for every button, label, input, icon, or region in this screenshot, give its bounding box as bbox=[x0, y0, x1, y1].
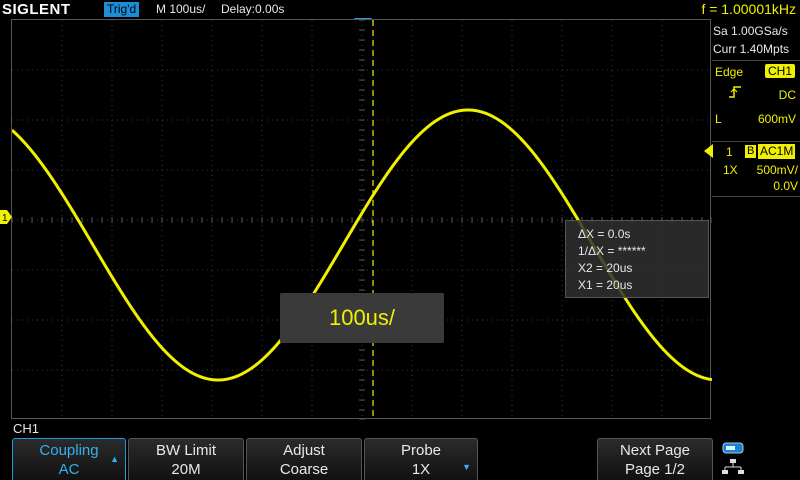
channel1-marker-label: 1 bbox=[2, 213, 8, 224]
channel1-panel[interactable]: 1 B AC1M 1X 500mV/ 0.0V bbox=[712, 141, 800, 197]
adjust-softkey[interactable]: Adjust Coarse bbox=[246, 438, 362, 480]
network-lan-icon bbox=[722, 459, 744, 474]
cursor-measurement-box: ΔX = 0.0s 1/ΔX = ****** X2 = 20us X1 = 2… bbox=[565, 220, 709, 298]
bw-limit-label: BW Limit bbox=[156, 442, 216, 459]
channel1-ground-marker-icon[interactable]: 1 bbox=[0, 210, 12, 224]
trigger-status-badge: Trig'd bbox=[104, 2, 140, 17]
bandwidth-limit-badge: B bbox=[745, 145, 757, 158]
adjust-value: Coarse bbox=[279, 461, 329, 478]
trigger-panel[interactable]: Edge CH1 DC L 600mV bbox=[712, 60, 800, 135]
cursor-x1-readout: X1 = 20us bbox=[578, 278, 633, 292]
inverse-delta-x-readout: 1/ΔX = ****** bbox=[578, 244, 646, 258]
brand-logo: SIGLENT bbox=[2, 1, 71, 18]
memory-depth: Curr 1.40Mpts bbox=[713, 42, 790, 56]
channel1-number: 1 bbox=[726, 145, 733, 159]
probe-softkey[interactable]: Probe 1X ▼ bbox=[364, 438, 478, 480]
delay-readout: Delay:0.00s bbox=[221, 2, 285, 16]
trigger-level: 600mV bbox=[757, 112, 796, 126]
probe-value: 1X bbox=[411, 461, 431, 478]
trigger-level-label: L bbox=[715, 112, 722, 126]
cycle-up-icon: ▲ bbox=[110, 454, 119, 464]
sample-rate: Sa 1.00GSa/s bbox=[713, 24, 788, 38]
cursor-x2-readout: X2 = 20us bbox=[578, 261, 633, 275]
coupling-label: Coupling bbox=[39, 442, 99, 459]
coupling-value: AC bbox=[58, 461, 80, 478]
trigger-type: Edge bbox=[715, 65, 744, 79]
delta-x-readout: ΔX = 0.0s bbox=[578, 227, 631, 241]
bw-limit-value: 20M bbox=[171, 461, 201, 478]
timebase-readout: M 100us/ bbox=[156, 2, 206, 16]
status-bar: SIGLENT Trig'd M 100us/ Delay:0.00s f = … bbox=[0, 0, 800, 20]
channel1-offset: 0.0V bbox=[773, 179, 798, 193]
waveform-display[interactable] bbox=[11, 19, 712, 420]
rising-edge-icon bbox=[729, 86, 741, 98]
timebase-popup: 100us/ bbox=[280, 293, 444, 343]
usb-storage-icon bbox=[722, 442, 744, 454]
channel1-coupling-badge: AC1M bbox=[758, 144, 796, 159]
channel1-probe: 1X bbox=[723, 163, 738, 177]
probe-label: Probe bbox=[400, 442, 442, 459]
frequency-counter: f = 1.00001kHz bbox=[701, 1, 796, 17]
next-page-softkey[interactable]: Next Page Page 1/2 bbox=[597, 438, 713, 480]
trigger-coupling: DC bbox=[778, 88, 796, 102]
page-indicator: Page 1/2 bbox=[624, 461, 686, 478]
trigger-source-badge: CH1 bbox=[765, 64, 796, 78]
bw-limit-softkey[interactable]: BW Limit 20M bbox=[128, 438, 244, 480]
adjust-knob-down-icon: ▼ bbox=[462, 462, 471, 472]
next-page-label: Next Page bbox=[619, 442, 691, 459]
channel1-scale: 500mV/ bbox=[756, 163, 798, 177]
menu-title: CH1 bbox=[13, 421, 40, 436]
coupling-softkey[interactable]: Coupling AC ▲ bbox=[12, 438, 126, 480]
adjust-label: Adjust bbox=[283, 442, 325, 459]
